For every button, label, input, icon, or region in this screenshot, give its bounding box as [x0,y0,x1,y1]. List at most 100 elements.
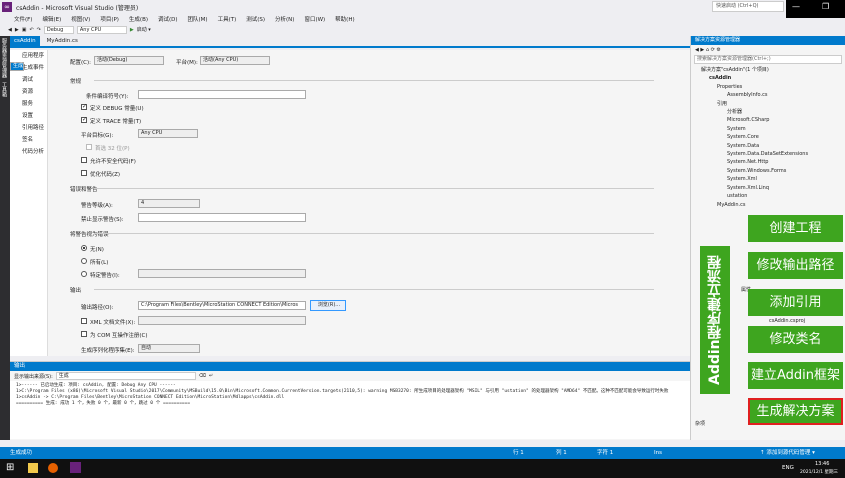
serialize-select[interactable]: 自动 [138,344,200,353]
browse-button[interactable]: 浏览(R)... [310,300,346,311]
tree-item[interactable]: System.Windows.Forms [701,167,845,175]
xml-doc-checkbox[interactable] [81,318,87,324]
back-icon[interactable]: ◀ [8,27,12,33]
windows-start-icon[interactable]: ⊞ [6,462,14,473]
source-control-button[interactable]: ↑ 添加到源代码管理 ▾ [760,447,815,459]
cond-symbols-label: 条件编译符号(Y): [86,94,129,100]
nav-settings[interactable]: 设置 [10,110,47,122]
step-build-framework: 建立Addin框架 [748,362,843,389]
nav-build[interactable]: 生成 [10,62,25,71]
step-add-reference: 添加引用 [748,289,843,316]
tree-item[interactable]: 解决方案"csAddin"(1 个项目) [701,66,845,74]
menu-analyze[interactable]: 分析(N) [275,15,294,23]
specific-warnings-input[interactable] [138,269,306,278]
cond-symbols-input[interactable] [138,90,306,99]
warn-level-select[interactable]: 4 [138,199,200,208]
tree-item[interactable]: System.Net.Http [701,158,845,166]
tree-item[interactable]: Properties [701,83,845,91]
treat-none-label: 无(N) [90,247,104,253]
tree-item[interactable]: System.Core [701,133,845,141]
tab-myaddin[interactable]: MyAddin.cs [43,36,82,46]
prefer32-checkbox[interactable] [86,144,92,150]
treat-specific-radio[interactable] [81,271,87,277]
optimize-checkbox[interactable] [81,170,87,176]
tree-item[interactable]: ustation [701,192,845,200]
start-icon[interactable]: ▶ [130,27,134,33]
tree-item[interactable]: MyAddin.cs [701,201,845,209]
platform-target-select[interactable]: Any CPU [138,129,198,138]
define-debug-checkbox[interactable] [81,103,87,110]
step-rename-class: 修改类名 [748,326,843,353]
se-toolbar: ◀ ▶ ⌂ ⟳ ⚙ [695,47,721,53]
server-explorer-tab[interactable]: 服务器资源管理器 [0,36,9,80]
config-combo[interactable]: Debug [43,25,74,34]
start-button[interactable]: 启动 ▾ [137,26,151,33]
menu-project[interactable]: 项目(P) [100,15,119,23]
tree-item[interactable]: 引用 [701,100,845,108]
forward-icon[interactable]: ▶ [15,27,19,33]
window-title: csAddin - Microsoft Visual Studio (管理员) [16,4,139,12]
nav-code-analysis[interactable]: 代码分析 [10,146,47,158]
menu-build[interactable]: 生成(B) [129,15,148,23]
wrap-icon[interactable]: ↵ [209,373,213,379]
quick-launch-input[interactable]: 快速启动 (Ctrl+Q) [712,1,784,12]
menu-view[interactable]: 视图(V) [71,15,90,23]
menu-window[interactable]: 窗口(W) [304,15,325,23]
nav-reference-paths[interactable]: 引用路径 [10,122,47,134]
step-create-project: 创建工程 [748,215,843,242]
clear-icon[interactable]: ⌫ [199,373,206,379]
tree-item[interactable]: System.Xml [701,175,845,183]
properties-file: csAddin.csproj [769,318,806,324]
define-trace-checkbox[interactable] [81,116,87,123]
language-indicator[interactable]: ENG [782,465,794,471]
menu-bar: 文件(F) 编辑(E) 视图(V) 项目(P) 生成(B) 调试(D) 团队(M… [0,14,690,24]
nav-application[interactable]: 应用程序 [10,50,47,62]
menu-team[interactable]: 团队(M) [188,15,208,23]
config-select[interactable]: 活动(Debug) [94,56,164,65]
menu-file[interactable]: 文件(F) [14,15,32,23]
menu-test[interactable]: 测试(S) [246,15,265,23]
tree-item[interactable]: csAddin [701,74,845,82]
firefox-icon[interactable] [48,463,58,473]
com-interop-checkbox[interactable] [81,331,87,337]
platform-label: 平台(M): [176,60,198,66]
visual-studio-icon[interactable] [70,462,81,473]
toolbox-tab[interactable]: 工具箱 [0,80,9,99]
tree-item[interactable]: AssemblyInfo.cs [701,91,845,99]
save-icon[interactable]: ▣ [22,27,27,33]
nav-signing[interactable]: 签名 [10,134,47,146]
menu-edit[interactable]: 编辑(E) [42,15,61,23]
menu-debug[interactable]: 调试(D) [158,15,178,23]
tree-item[interactable]: 分析器 [701,108,845,116]
file-explorer-icon[interactable] [28,463,38,473]
xml-doc-input[interactable] [138,316,306,325]
minimize-icon[interactable]: — [792,2,800,11]
nav-services[interactable]: 服务 [10,98,47,110]
status-ins: Ins [654,450,662,456]
output-path-input[interactable]: C:\Program Files\Bentley\MicroStation CO… [138,301,306,310]
tree-item[interactable]: System.Data [701,142,845,150]
menu-help[interactable]: 帮助(H) [335,15,354,23]
se-search-input[interactable]: 搜索解决方案资源管理器(Ctrl+;) [694,55,842,64]
unsafe-checkbox[interactable] [81,157,87,163]
platform-select[interactable]: 活动(Any CPU) [200,56,270,65]
treat-none-radio[interactable] [81,245,87,251]
tree-item[interactable]: Microsoft.CSharp [701,116,845,124]
platform-combo[interactable]: Any CPU [76,25,127,34]
treat-all-radio[interactable] [81,258,87,264]
nav-resources[interactable]: 资源 [10,86,47,98]
xml-doc-label: XML 文档文件(X): [90,320,136,326]
tree-item[interactable]: System.Data.DataSetExtensions [701,150,845,158]
undo-icon[interactable]: ↶ [29,27,33,33]
tree-item[interactable]: System.Xml.Linq [701,184,845,192]
tree-item[interactable]: System [701,125,845,133]
menu-tools[interactable]: 工具(T) [218,15,237,23]
tab-csaddin[interactable]: csAddin [10,36,40,46]
redo-icon[interactable]: ↷ [37,27,41,33]
restore-icon[interactable]: ❐ [822,2,829,11]
suppress-label: 禁止显示警告(S): [81,217,124,223]
nav-debug[interactable]: 调试 [10,74,47,86]
suppress-input[interactable] [138,213,306,222]
window-controls[interactable]: — ❐ [786,0,845,18]
output-source-select[interactable]: 生成 [55,372,196,380]
